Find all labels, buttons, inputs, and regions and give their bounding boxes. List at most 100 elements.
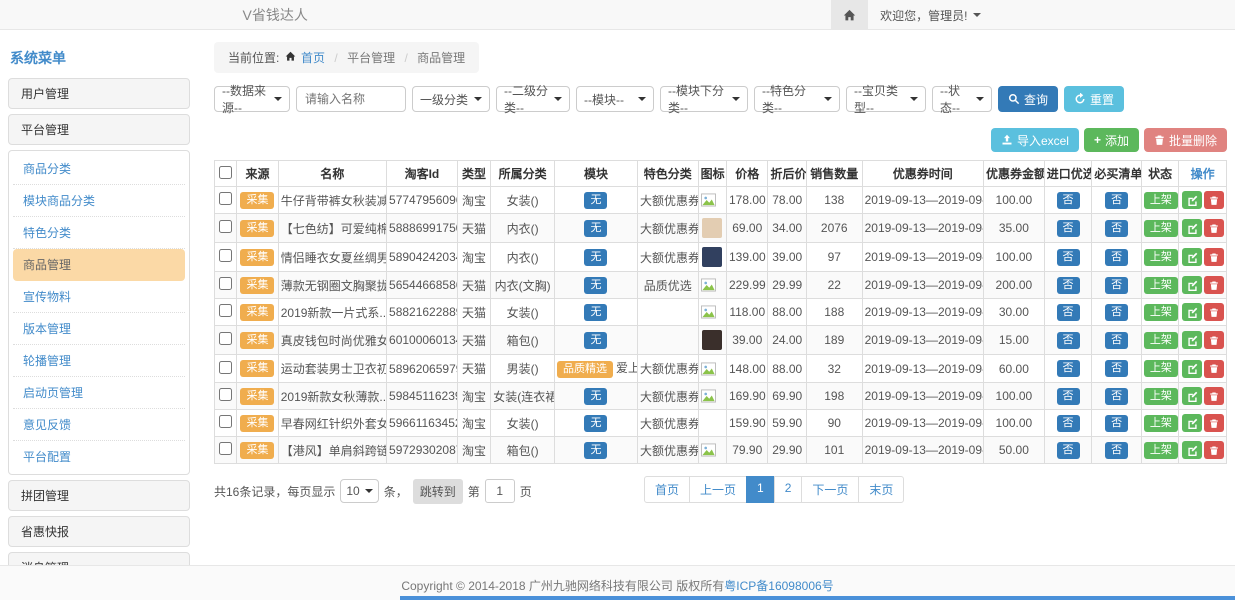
must-buy-badge[interactable]: 否	[1105, 388, 1128, 405]
delete-button[interactable]	[1204, 441, 1224, 459]
sidebar-item-groupbuy-mgmt[interactable]: 拼团管理	[8, 480, 190, 511]
import-select-badge[interactable]: 否	[1057, 277, 1080, 294]
must-buy-badge[interactable]: 否	[1105, 304, 1128, 321]
status-badge[interactable]: 上架	[1144, 220, 1178, 237]
edit-button[interactable]	[1182, 414, 1202, 432]
must-buy-badge[interactable]: 否	[1105, 277, 1128, 294]
select-all-checkbox[interactable]	[219, 166, 232, 179]
reset-button[interactable]: 重置	[1064, 86, 1124, 112]
row-checkbox[interactable]	[219, 388, 232, 401]
status-badge[interactable]: 上架	[1144, 360, 1178, 377]
import-select-badge[interactable]: 否	[1057, 332, 1080, 349]
edit-button[interactable]	[1182, 441, 1202, 459]
module-sub-category-select[interactable]: --模块下分类--	[660, 86, 748, 112]
per-page-select[interactable]: 10	[340, 479, 378, 503]
sidebar-item-platform-config[interactable]: 平台配置	[13, 441, 185, 472]
status-select[interactable]: --状态--	[932, 86, 992, 112]
sidebar-item-promo-materials[interactable]: 宣传物料	[13, 281, 185, 313]
row-checkbox[interactable]	[219, 442, 232, 455]
row-checkbox[interactable]	[219, 192, 232, 205]
must-buy-badge[interactable]: 否	[1105, 192, 1128, 209]
delete-button[interactable]	[1204, 276, 1224, 294]
sidebar-item-goods-mgmt[interactable]: 商品管理	[13, 249, 185, 281]
search-button[interactable]: 查询	[998, 86, 1058, 112]
icp-link[interactable]: 粤ICP备16098006号	[724, 579, 833, 593]
import-select-badge[interactable]: 否	[1057, 249, 1080, 266]
edit-button[interactable]	[1182, 248, 1202, 266]
name-filter-input[interactable]	[296, 86, 406, 112]
import-select-badge[interactable]: 否	[1057, 442, 1080, 459]
delete-button[interactable]	[1204, 191, 1224, 209]
row-checkbox[interactable]	[219, 415, 232, 428]
delete-button[interactable]	[1204, 360, 1224, 378]
sidebar-item-feedback[interactable]: 意见反馈	[13, 409, 185, 441]
delete-button[interactable]	[1204, 414, 1224, 432]
delete-button[interactable]	[1204, 303, 1224, 321]
edit-button[interactable]	[1182, 331, 1202, 349]
import-select-badge[interactable]: 否	[1057, 415, 1080, 432]
edit-button[interactable]	[1182, 276, 1202, 294]
sidebar-item-saving-express[interactable]: 省惠快报	[8, 516, 190, 547]
status-badge[interactable]: 上架	[1144, 249, 1178, 266]
row-checkbox[interactable]	[219, 332, 232, 345]
edit-button[interactable]	[1182, 303, 1202, 321]
sidebar-item-message-mgmt[interactable]: 消息管理	[8, 552, 190, 565]
module-select[interactable]: --模块--	[576, 86, 654, 112]
must-buy-badge[interactable]: 否	[1105, 442, 1128, 459]
sidebar-item-module-goods-category[interactable]: 模块商品分类	[13, 185, 185, 217]
sidebar-item-featured-category[interactable]: 特色分类	[13, 217, 185, 249]
jump-button[interactable]: 跳转到	[413, 479, 463, 504]
edit-button[interactable]	[1182, 360, 1202, 378]
must-buy-badge[interactable]: 否	[1105, 415, 1128, 432]
edit-button[interactable]	[1182, 387, 1202, 405]
row-checkbox[interactable]	[219, 249, 232, 262]
sidebar-item-version-mgmt[interactable]: 版本管理	[13, 313, 185, 345]
add-button[interactable]: + 添加	[1084, 128, 1139, 152]
edit-button[interactable]	[1182, 219, 1202, 237]
must-buy-badge[interactable]: 否	[1105, 332, 1128, 349]
import-select-badge[interactable]: 否	[1057, 304, 1080, 321]
row-checkbox[interactable]	[219, 361, 232, 374]
user-menu[interactable]: 欢迎您，管理员!	[868, 7, 992, 24]
delete-button[interactable]	[1204, 387, 1224, 405]
data-source-select[interactable]: --数据来源--	[214, 86, 290, 112]
must-buy-badge[interactable]: 否	[1105, 360, 1128, 377]
page-number-input[interactable]	[485, 479, 515, 503]
pager-prev[interactable]: 上一页	[689, 476, 747, 503]
import-excel-button[interactable]: 导入excel	[991, 128, 1079, 152]
featured-category-select[interactable]: --特色分类--	[754, 86, 840, 112]
sidebar-item-platform-mgmt[interactable]: 平台管理	[8, 114, 190, 145]
row-checkbox[interactable]	[219, 304, 232, 317]
edit-button[interactable]	[1182, 191, 1202, 209]
import-select-badge[interactable]: 否	[1057, 360, 1080, 377]
primary-category-select[interactable]: 一级分类	[412, 86, 490, 112]
pager-last[interactable]: 末页	[858, 476, 904, 503]
breadcrumb-home-link[interactable]: 首页	[283, 51, 329, 65]
status-badge[interactable]: 上架	[1144, 388, 1178, 405]
pager-next[interactable]: 下一页	[801, 476, 859, 503]
pager-page-2[interactable]: 2	[774, 476, 803, 503]
import-select-badge[interactable]: 否	[1057, 388, 1080, 405]
status-badge[interactable]: 上架	[1144, 304, 1178, 321]
sidebar-item-carousel-mgmt[interactable]: 轮播管理	[13, 345, 185, 377]
status-badge[interactable]: 上架	[1144, 277, 1178, 294]
status-badge[interactable]: 上架	[1144, 415, 1178, 432]
delete-button[interactable]	[1204, 219, 1224, 237]
must-buy-badge[interactable]: 否	[1105, 220, 1128, 237]
item-type-select[interactable]: --宝贝类型--	[846, 86, 926, 112]
delete-button[interactable]	[1204, 331, 1224, 349]
sidebar-item-goods-category[interactable]: 商品分类	[13, 153, 185, 185]
pager-first[interactable]: 首页	[644, 476, 690, 503]
sidebar-item-user-mgmt[interactable]: 用户管理	[8, 78, 190, 109]
import-select-badge[interactable]: 否	[1057, 192, 1080, 209]
pager-page-1[interactable]: 1	[746, 476, 775, 503]
status-badge[interactable]: 上架	[1144, 192, 1178, 209]
status-badge[interactable]: 上架	[1144, 332, 1178, 349]
status-badge[interactable]: 上架	[1144, 442, 1178, 459]
secondary-category-select[interactable]: --二级分类--	[496, 86, 570, 112]
row-checkbox[interactable]	[219, 220, 232, 233]
must-buy-badge[interactable]: 否	[1105, 249, 1128, 266]
import-select-badge[interactable]: 否	[1057, 220, 1080, 237]
row-checkbox[interactable]	[219, 277, 232, 290]
delete-button[interactable]	[1204, 248, 1224, 266]
